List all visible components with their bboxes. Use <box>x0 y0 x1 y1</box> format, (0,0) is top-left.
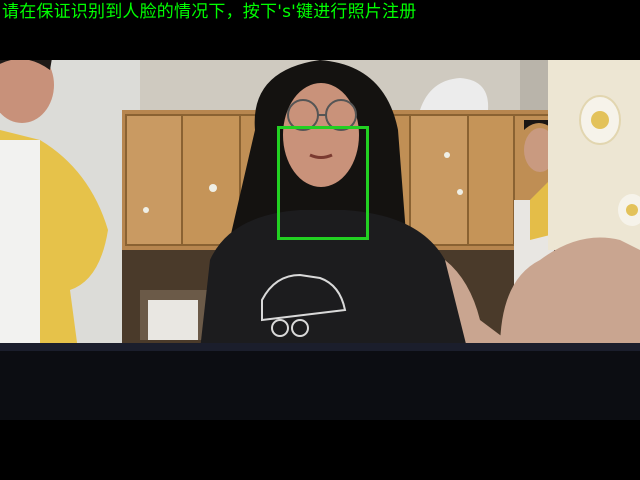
camera-scene-image <box>0 60 640 420</box>
face-registration-window: 请在保证识别到人脸的情况下，按下's'键进行照片注册 <box>0 0 640 480</box>
instruction-text: 请在保证识别到人脸的情况下，按下's'键进行照片注册 <box>2 2 417 22</box>
face-detection-box <box>277 126 369 240</box>
camera-feed <box>0 60 640 420</box>
